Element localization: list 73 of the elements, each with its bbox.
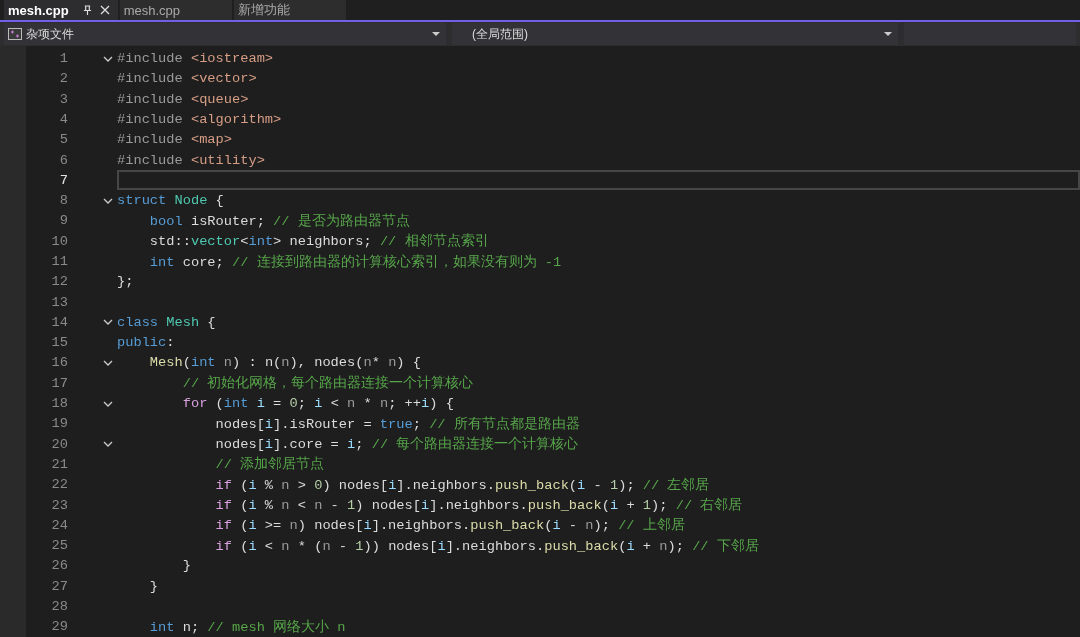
scope-dropdown[interactable]: (全局范围) <box>452 23 898 46</box>
line-number: 14 <box>50 314 68 330</box>
code-line: for (int i = 0; i < n * n; ++i) { <box>181 396 454 412</box>
line-number: 23 <box>50 497 68 513</box>
line-number: 28 <box>50 599 68 615</box>
code-line: Mesh(int n) : n(n), nodes(n* n) { <box>148 355 421 371</box>
collapse-icon[interactable] <box>103 55 113 62</box>
collapse-icon[interactable] <box>103 319 113 326</box>
line-number: 21 <box>50 456 68 472</box>
code-line: #include <queue> <box>117 91 249 107</box>
line-number: 10 <box>50 233 68 249</box>
code-line: int core; // 连接到路由器的计算核心索引，如果没有则为 -1 <box>148 253 562 271</box>
line-number: 20 <box>50 436 68 452</box>
collapse-icon[interactable] <box>103 197 113 204</box>
project-name: 杂项文件 <box>26 25 74 43</box>
code-line: nodes[i].isRouter = true; // 所有节点都是路由器 <box>214 415 580 433</box>
code-line: }; <box>117 274 134 290</box>
code-line: #include <algorithm> <box>117 111 282 127</box>
line-number: 8 <box>58 193 68 209</box>
line-number: 5 <box>58 132 68 148</box>
line-number: 6 <box>58 152 68 168</box>
code-line: #include <iostream> <box>117 51 274 67</box>
line-number: 4 <box>58 111 68 127</box>
code-line: if (i % n > 0) nodes[i].neighbors.push_back(i - 1); // 左邻居 <box>214 476 710 494</box>
line-number: 26 <box>50 558 68 574</box>
code-line: if (i < n * (n - 1)) nodes[i].neighbors.push_back(i + n); // 下邻居 <box>214 537 759 555</box>
collapse-icon[interactable] <box>103 400 113 407</box>
caret-icon[interactable] <box>884 32 892 37</box>
project-icon <box>8 28 22 41</box>
code-line: // 添加邻居节点 <box>214 455 325 474</box>
line-number: 22 <box>50 477 68 493</box>
line-number: 29 <box>50 619 68 635</box>
code-line: std::vector<int> neighbors; // 相邻节点索引 <box>148 232 489 251</box>
file-tab[interactable]: mesh.cpp <box>4 0 118 21</box>
line-number: 11 <box>50 254 68 269</box>
code-line: public: <box>117 335 175 351</box>
code-line: // 初始化网格，每个路由器连接一个计算核心 <box>181 374 474 393</box>
code-line: } <box>181 558 191 574</box>
line-number: 2 <box>58 71 68 87</box>
code-line: #include <vector> <box>117 71 257 87</box>
line-number: 9 <box>58 213 68 229</box>
line-number: 17 <box>50 375 68 391</box>
line-number: 19 <box>50 416 68 432</box>
code-line: bool isRouter; // 是否为路由器节点 <box>148 212 410 230</box>
code-line: struct Node { <box>117 193 224 209</box>
project-dropdown[interactable]: 杂项文件 <box>4 23 446 46</box>
line-number: 24 <box>50 517 68 533</box>
code-line: if (i % n < n - 1) nodes[i].neighbors.push_back(i + 1); // 右邻居 <box>214 497 743 515</box>
close-icon[interactable] <box>99 5 110 16</box>
line-number: 18 <box>50 396 68 412</box>
caret-icon[interactable] <box>432 32 440 37</box>
line-number: 15 <box>50 335 68 351</box>
code-line: } <box>148 578 159 594</box>
line-number: 3 <box>58 91 68 107</box>
code-line: #include <utility> <box>117 152 265 168</box>
line-number: 25 <box>50 538 68 554</box>
line-number: 12 <box>50 274 68 290</box>
code-line: #include <map> <box>117 132 232 148</box>
file-tab[interactable]: 新增功能 <box>233 0 346 21</box>
collapse-icon[interactable] <box>103 441 113 448</box>
line-number: 1 <box>58 51 68 67</box>
line-number: 16 <box>50 355 68 371</box>
line-number: 13 <box>50 294 68 310</box>
line-number: 7 <box>58 172 68 188</box>
code-line: int n; // mesh 网络大小 n <box>148 618 346 636</box>
code-line: class Mesh { <box>117 314 216 330</box>
line-number: 27 <box>50 578 68 594</box>
collapse-icon[interactable] <box>103 360 113 366</box>
code-line: nodes[i].core = i; // 每个路由器连接一个计算核心 <box>214 435 579 454</box>
pin-icon[interactable] <box>82 4 92 16</box>
scope-name: (全局范围) <box>472 25 528 43</box>
file-tab[interactable]: mesh.cpp <box>119 0 232 21</box>
code-line: if (i >= n) nodes[i].neighbors.push_back(i - n); // 上邻居 <box>214 516 685 535</box>
